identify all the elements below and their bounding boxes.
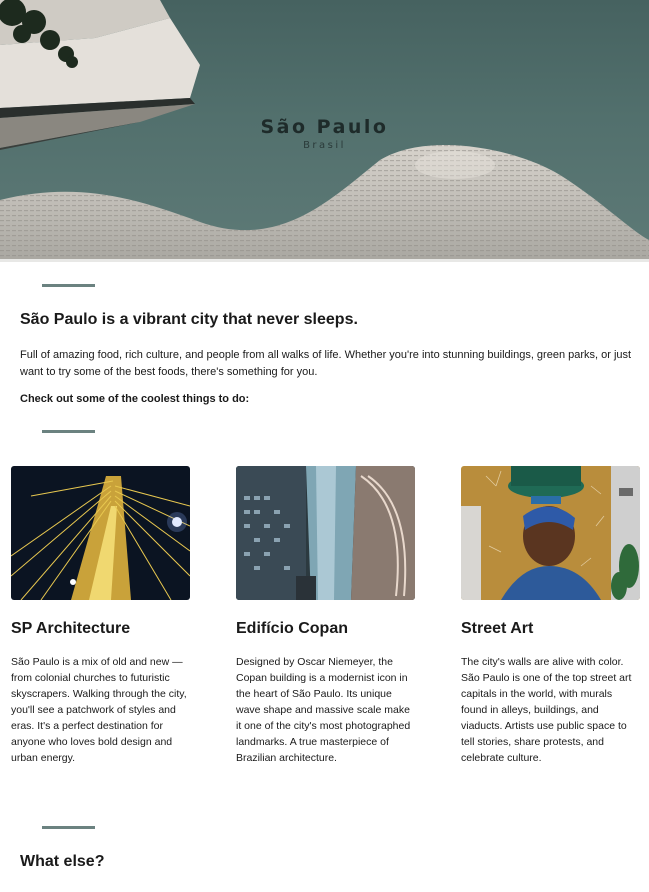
card-description: São Paulo is a mix of old and new — from…	[11, 656, 187, 764]
card-description: The city's walls are alive with color. S…	[461, 656, 632, 764]
intro-paragraph: Full of amazing food, rich culture, and …	[20, 349, 632, 378]
intro-cta: Check out some of the coolest things to …	[20, 393, 250, 405]
hero-banner: São Paulo Brasil	[0, 0, 649, 262]
card-description: Designed by Oscar Niemeyer, the Copan bu…	[236, 656, 411, 764]
card-title: Street Art	[461, 620, 534, 637]
section-divider	[42, 284, 95, 287]
hero-subtitle: Brasil	[303, 140, 346, 151]
card-title: SP Architecture	[11, 620, 131, 637]
card-image-copan[interactable]	[236, 466, 415, 600]
section-divider	[42, 430, 95, 433]
card-street-art: Street Art The city's walls are alive wi…	[461, 466, 641, 764]
what-else-heading: What else?	[20, 853, 105, 870]
section-divider	[42, 826, 95, 829]
card-sp-architecture: SP Architecture São Paulo is a mix of ol…	[11, 466, 191, 764]
card-edificio-copan: Edifício Copan Designed by Oscar Niemeye…	[236, 466, 416, 764]
card-image-street-art[interactable]	[461, 466, 640, 600]
card-image-architecture[interactable]	[11, 466, 190, 600]
hero-title: São Paulo	[260, 116, 389, 138]
card-title: Edifício Copan	[236, 620, 348, 637]
intro-heading: São Paulo is a vibrant city that never s…	[20, 311, 358, 328]
